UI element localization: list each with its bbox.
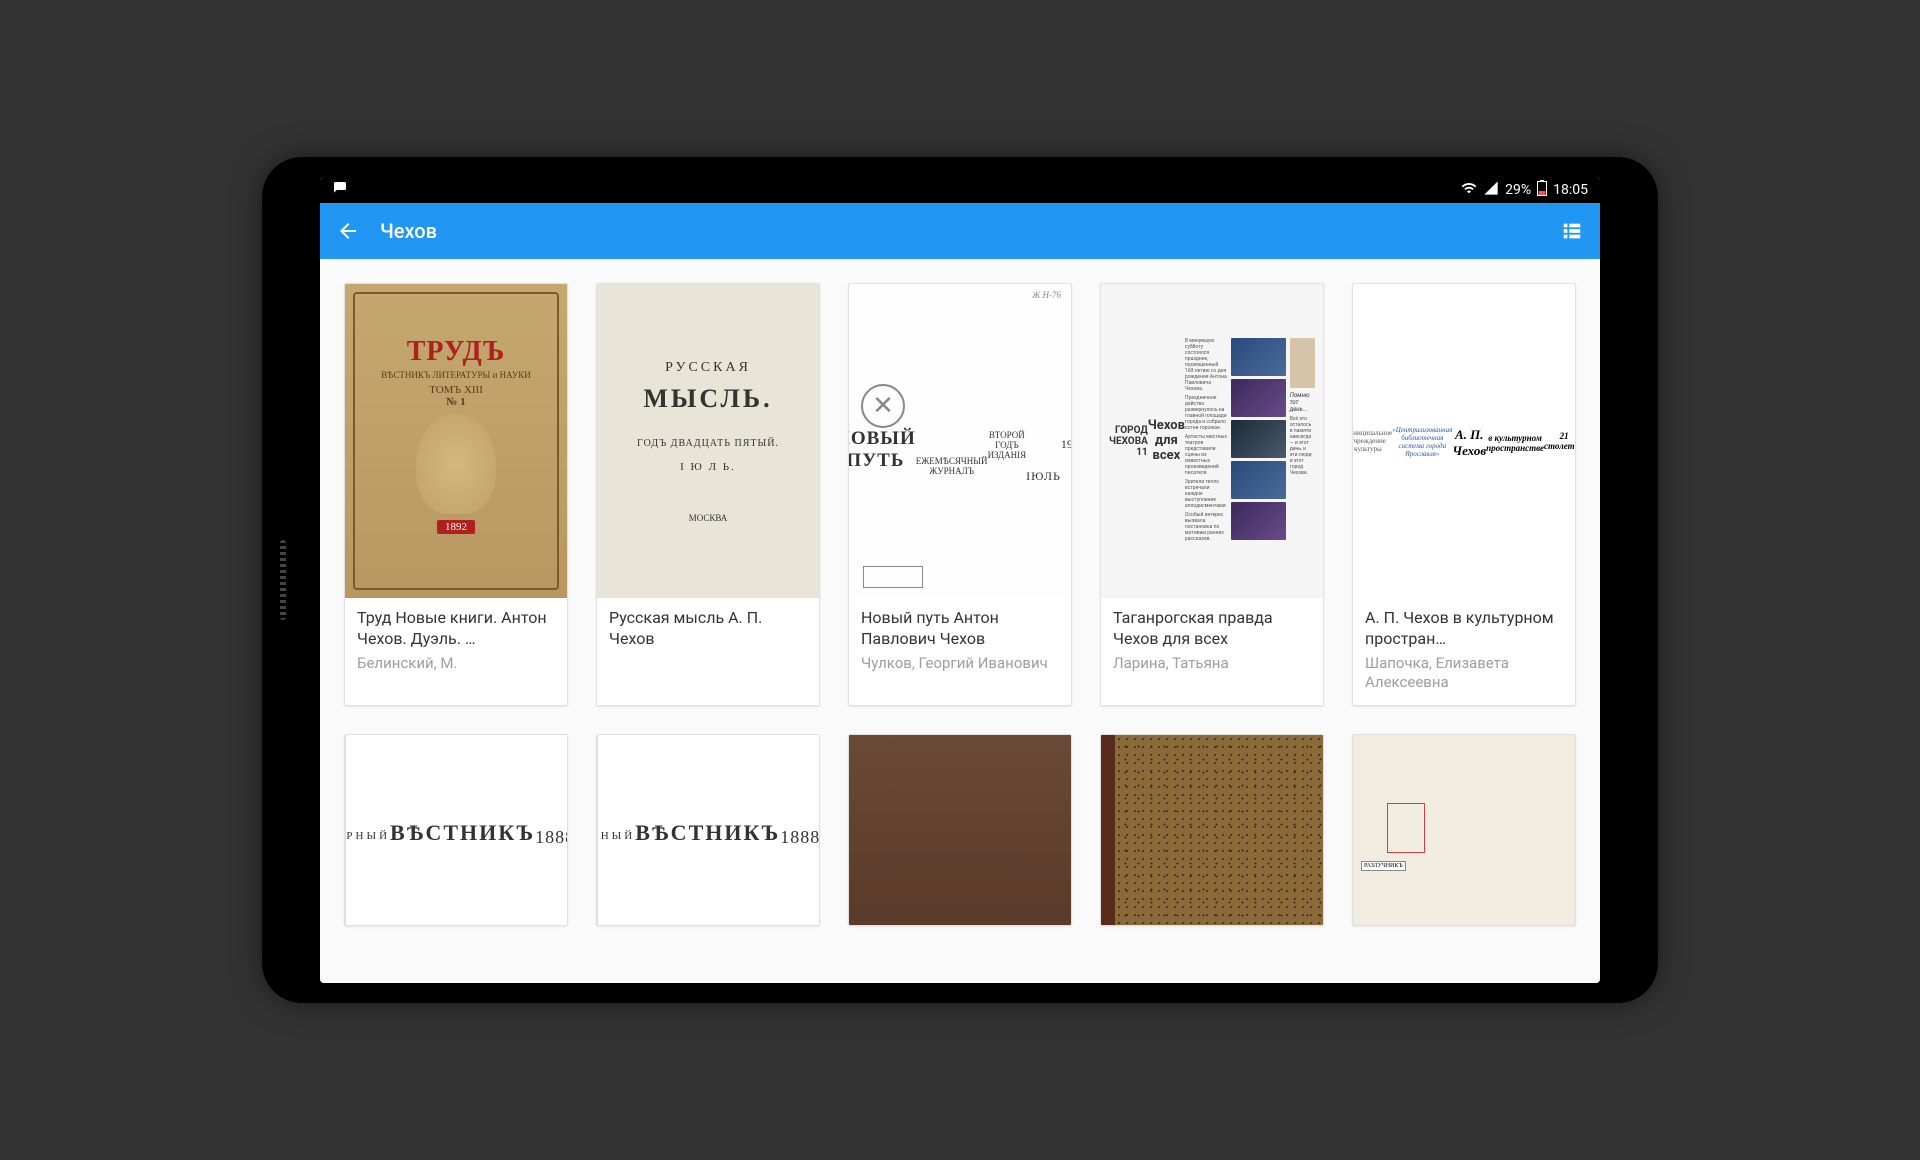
book-card[interactable]: Муниципальное учреждение культуры «Центр…	[1352, 283, 1576, 706]
book-card[interactable]: Ж Н-76 НОВЫЙ ПУТЬ ЕЖЕМѢСЯЧНЫЙ ЖУРНАЛЪ ВТ…	[848, 283, 1072, 706]
book-card[interactable]: ТРУДЪ ВѢСТНИКЪ ЛИТЕРАТУРЫ и НАУКИ ТОМЪ X…	[344, 283, 568, 706]
page-title: Чехов	[380, 219, 1560, 243]
book-cover: РУССКАЯ МЫСЛЬ. ГОДЪ ДВАДЦАТЬ ПЯТЫЙ. І Ю …	[597, 284, 819, 598]
book-cover: ТРУДЪ ВѢСТНИКЪ ЛИТЕРАТУРЫ и НАУКИ ТОМЪ X…	[345, 284, 567, 598]
book-author: Шапочка, Елизавета Алексеевна	[1365, 654, 1563, 693]
book-cover: Муниципальное учреждение культуры «Центр…	[1353, 284, 1575, 598]
content-area: ТРУДЪ ВѢСТНИКЪ ЛИТЕРАТУРЫ и НАУКИ ТОМЪ X…	[320, 259, 1600, 983]
book-cover	[1101, 735, 1323, 925]
app-bar: Чехов	[320, 203, 1600, 259]
book-title: Новый путь Антон Павлович Чехов	[861, 608, 1059, 650]
clock: 18:05	[1553, 182, 1588, 198]
book-title: Таганрогская правда Чехов для всех	[1113, 608, 1311, 650]
signal-icon	[1483, 180, 1499, 200]
book-cover: СѢВЕРНЫЙ ВѢСТНИКЪ 1888. Ноябрь № 11.	[597, 735, 819, 925]
book-cover: РАЗЛУЧНИКЪ	[1353, 735, 1575, 925]
book-cover	[849, 735, 1071, 925]
screen: 29% 18:05 Чехов	[320, 177, 1600, 983]
book-card[interactable]	[848, 734, 1072, 926]
book-title: Труд Новые книги. Антон Чехов. Дуэль. …	[357, 608, 555, 650]
back-button[interactable]	[336, 219, 360, 243]
book-card[interactable]: СѢВЕРНЫЙ ВѢСТНИКЪ 1888. Іюнь № 6.	[344, 734, 568, 926]
view-list-button[interactable]	[1560, 219, 1584, 243]
book-card[interactable]	[1100, 734, 1324, 926]
book-cover: Ж Н-76 НОВЫЙ ПУТЬ ЕЖЕМѢСЯЧНЫЙ ЖУРНАЛЪ ВТ…	[849, 284, 1071, 598]
notification-icon	[332, 180, 348, 200]
battery-icon	[1537, 180, 1547, 200]
book-title: Русская мысль А. П. Чехов	[609, 608, 807, 650]
book-card[interactable]: ГОРОД ЧЕХОВА 11 Чехов для всех В минувшу…	[1100, 283, 1324, 706]
book-title: А. П. Чехов в культурном простран…	[1365, 608, 1563, 650]
wifi-icon	[1461, 180, 1477, 200]
status-bar: 29% 18:05	[320, 177, 1600, 203]
book-card[interactable]: РАЗЛУЧНИКЪ	[1352, 734, 1576, 926]
speaker-slot	[280, 540, 286, 620]
book-cover: ГОРОД ЧЕХОВА 11 Чехов для всех В минувшу…	[1101, 284, 1323, 598]
book-author: Белинский, М.	[357, 654, 555, 674]
book-cover: СѢВЕРНЫЙ ВѢСТНИКЪ 1888. Іюнь № 6.	[345, 735, 567, 925]
book-author: Ларина, Татьяна	[1113, 654, 1311, 674]
book-card[interactable]: РУССКАЯ МЫСЛЬ. ГОДЪ ДВАДЦАТЬ ПЯТЫЙ. І Ю …	[596, 283, 820, 706]
book-author: Чулков, Георгий Иванович	[861, 654, 1059, 674]
book-grid: ТРУДЪ ВѢСТНИКЪ ЛИТЕРАТУРЫ и НАУКИ ТОМЪ X…	[344, 283, 1576, 926]
tablet-frame: 29% 18:05 Чехов	[262, 157, 1658, 1003]
battery-percent: 29%	[1505, 182, 1531, 198]
book-card[interactable]: СѢВЕРНЫЙ ВѢСТНИКЪ 1888. Ноябрь № 11.	[596, 734, 820, 926]
